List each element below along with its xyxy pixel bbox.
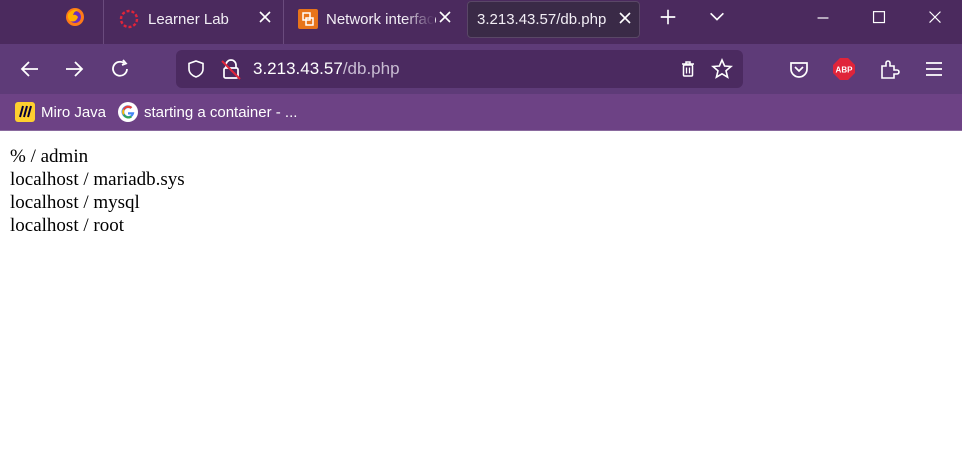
extensions-icon[interactable] bbox=[878, 58, 900, 80]
bookmark-label: Miro Java bbox=[41, 103, 107, 121]
tab-fade bbox=[404, 0, 434, 38]
network-interface-icon bbox=[298, 9, 318, 29]
page-content: % / admin localhost / mariadb.sys localh… bbox=[0, 131, 962, 237]
close-tab-icon[interactable] bbox=[258, 10, 272, 24]
reload-icon[interactable] bbox=[109, 58, 131, 80]
bookmark-miro-java[interactable]: Miro Java bbox=[15, 102, 106, 122]
miro-icon bbox=[15, 102, 35, 122]
new-tab-icon[interactable] bbox=[657, 7, 679, 27]
url-text[interactable]: 3.213.43.57/db.php bbox=[253, 59, 400, 79]
google-icon bbox=[118, 102, 138, 122]
url-bar[interactable]: 3.213.43.57/db.php bbox=[176, 50, 743, 88]
db-user-row: localhost / mariadb.sys bbox=[10, 169, 185, 190]
db-user-row: localhost / mysql bbox=[10, 192, 140, 213]
url-host: 3.213.43.57 bbox=[253, 59, 343, 78]
tab-separator bbox=[283, 0, 284, 44]
pocket-icon[interactable] bbox=[788, 58, 810, 80]
trash-icon[interactable] bbox=[679, 60, 697, 78]
close-tab-icon[interactable] bbox=[438, 10, 452, 24]
learner-lab-icon bbox=[119, 9, 139, 29]
db-user-row: localhost / root bbox=[10, 215, 124, 236]
url-path: /db.php bbox=[342, 59, 400, 78]
star-icon[interactable] bbox=[711, 58, 733, 80]
bookmark-starting-a-container[interactable]: starting a container - ... bbox=[118, 102, 297, 122]
tab-label: 3.213.43.57/db.php bbox=[477, 11, 607, 28]
tab-label: Learner Lab bbox=[148, 10, 229, 28]
bookmarks-bar: Miro Java starting a container - ... bbox=[0, 94, 962, 131]
menu-icon[interactable] bbox=[923, 58, 945, 80]
minimize-icon[interactable] bbox=[812, 8, 834, 28]
maximize-icon[interactable] bbox=[868, 8, 890, 28]
svg-text:ABP: ABP bbox=[836, 66, 854, 75]
adblock-icon[interactable]: ABP bbox=[832, 57, 856, 81]
db-user-row: % / admin bbox=[10, 146, 89, 167]
chevron-down-icon[interactable] bbox=[706, 6, 728, 26]
close-tab-icon[interactable] bbox=[618, 11, 632, 25]
forward-icon[interactable] bbox=[63, 58, 85, 80]
tab-db-php[interactable]: 3.213.43.57/db.php bbox=[467, 1, 640, 38]
tab-learner-lab[interactable]: Learner Lab bbox=[110, 0, 280, 38]
shield-icon[interactable] bbox=[186, 59, 206, 79]
tab-bar: Learner Lab Network interface 3.213.43.5… bbox=[0, 0, 962, 44]
back-icon[interactable] bbox=[19, 58, 41, 80]
tab-network-interface[interactable]: Network interface bbox=[290, 0, 460, 38]
tab-separator bbox=[103, 0, 104, 44]
insecure-lock-icon[interactable] bbox=[220, 58, 242, 80]
navigation-bar: 3.213.43.57/db.php ABP bbox=[0, 44, 962, 94]
close-window-icon[interactable] bbox=[924, 8, 946, 28]
bookmark-label: starting a container - ... bbox=[144, 103, 298, 121]
firefox-icon[interactable] bbox=[64, 6, 86, 28]
